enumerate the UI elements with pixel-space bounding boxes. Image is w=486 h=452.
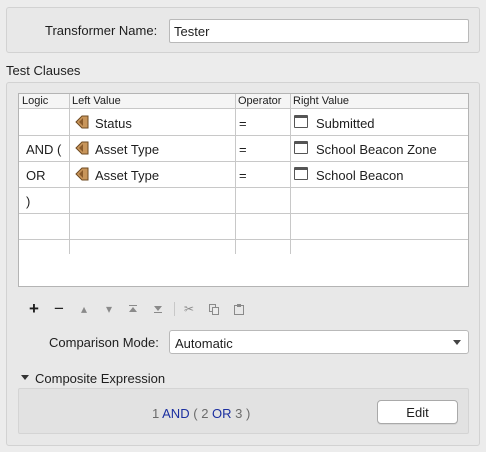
transformer-name-input[interactable] [169, 19, 469, 43]
expr-or: OR [212, 406, 232, 421]
left-value-cell[interactable]: Asset Type [95, 142, 159, 157]
attribute-icon [75, 141, 89, 155]
expr-and: AND [162, 406, 190, 421]
move-down-icon[interactable]: ▾ [101, 300, 117, 318]
column-header-left-value[interactable]: Left Value [72, 95, 121, 107]
value-text-icon [294, 141, 308, 154]
comparison-mode-value: Automatic [175, 336, 233, 351]
expr-term-2: 2 [201, 406, 209, 421]
chevron-down-icon [453, 340, 461, 345]
logic-cell[interactable]: ) [26, 194, 30, 209]
paste-icon[interactable] [231, 300, 247, 318]
value-text-icon [294, 167, 308, 180]
attribute-icon [75, 167, 89, 181]
cut-icon[interactable]: ✂ [181, 300, 197, 318]
column-header-operator[interactable]: Operator [238, 95, 281, 107]
disclosure-triangle-icon [21, 375, 29, 380]
table-row[interactable] [19, 214, 468, 240]
move-up-icon[interactable]: ▴ [76, 300, 92, 318]
expr-term-3: 3 [235, 406, 243, 421]
table-row[interactable]: Status = Submitted [19, 110, 468, 136]
composite-expression-text: 1 AND ( 2 OR 3 ) [152, 406, 250, 421]
column-header-logic[interactable]: Logic [22, 95, 48, 107]
attribute-icon [75, 115, 89, 129]
operator-cell[interactable]: = [239, 168, 247, 183]
left-value-cell[interactable]: Status [95, 116, 132, 131]
comparison-mode-select[interactable]: Automatic [169, 330, 469, 354]
transformer-name-label: Transformer Name: [45, 23, 158, 38]
move-bottom-icon[interactable] [150, 300, 166, 318]
composite-expression-label: Composite Expression [35, 371, 166, 386]
left-value-cell[interactable]: Asset Type [95, 168, 159, 183]
table-row[interactable]: AND ( Asset Type = School Beacon Zone [19, 136, 468, 162]
table-row[interactable]: OR Asset Type = School Beacon [19, 162, 468, 188]
logic-cell[interactable]: AND ( [26, 142, 61, 157]
table-row[interactable]: ) [19, 188, 468, 214]
test-clauses-table[interactable]: Logic Left Value Operator Right Value St… [18, 93, 469, 287]
test-clauses-title: Test Clauses [6, 63, 81, 78]
clauses-toolbar: + − ▴ ▾ ✂ [26, 300, 256, 318]
logic-cell[interactable]: OR [26, 168, 46, 183]
right-value-cell[interactable]: School Beacon Zone [316, 142, 437, 157]
composite-expression-panel: 1 AND ( 2 OR 3 ) Edit [18, 388, 469, 434]
plus-icon[interactable]: + [26, 300, 42, 318]
value-text-icon [294, 115, 308, 128]
expr-term-1: 1 [152, 406, 160, 421]
expr-close-paren: ) [246, 406, 251, 421]
expr-open-paren: ( [193, 406, 198, 421]
table-header: Logic Left Value Operator Right Value [19, 94, 468, 109]
right-value-cell[interactable]: School Beacon [316, 168, 403, 183]
comparison-mode-label: Comparison Mode: [49, 335, 159, 350]
operator-cell[interactable]: = [239, 116, 247, 131]
move-top-icon[interactable] [125, 300, 141, 318]
column-header-right-value[interactable]: Right Value [293, 95, 349, 107]
right-value-cell[interactable]: Submitted [316, 116, 375, 131]
copy-icon[interactable] [206, 300, 222, 318]
edit-button[interactable]: Edit [377, 400, 458, 424]
operator-cell[interactable]: = [239, 142, 247, 157]
minus-icon[interactable]: − [51, 300, 67, 318]
